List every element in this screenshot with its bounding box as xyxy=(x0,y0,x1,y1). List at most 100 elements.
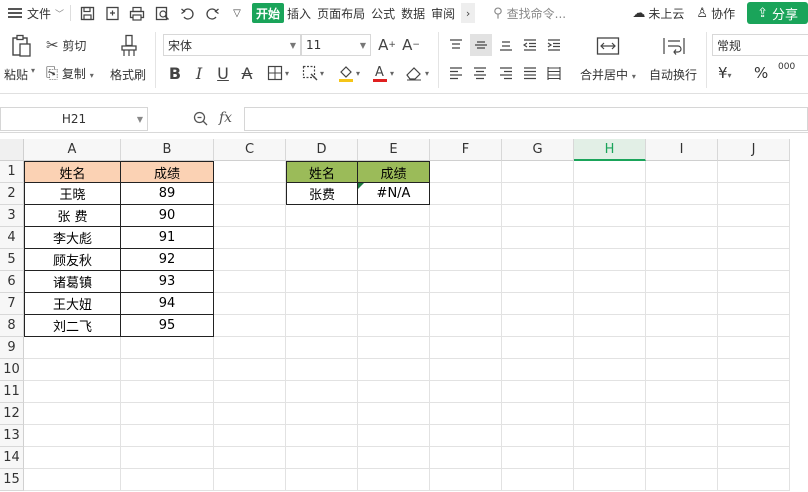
cell[interactable] xyxy=(214,227,286,249)
cell[interactable] xyxy=(718,337,790,359)
cell[interactable] xyxy=(502,359,574,381)
cell[interactable] xyxy=(358,403,430,425)
increase-indent-icon[interactable] xyxy=(544,34,564,56)
cell[interactable] xyxy=(574,381,646,403)
cell[interactable] xyxy=(646,293,718,315)
tab-review[interactable]: 审阅 xyxy=(428,3,458,23)
cell[interactable] xyxy=(430,359,502,381)
cell[interactable] xyxy=(646,249,718,271)
row-header-3[interactable]: 3 xyxy=(0,205,24,227)
cell[interactable] xyxy=(430,469,502,491)
cell[interactable] xyxy=(286,359,358,381)
column-header-f[interactable]: F xyxy=(430,139,502,161)
column-header-b[interactable]: B xyxy=(121,139,214,161)
print-icon[interactable] xyxy=(127,3,147,23)
score-cell[interactable]: 94 xyxy=(120,292,214,315)
cell[interactable] xyxy=(646,227,718,249)
cell[interactable] xyxy=(358,227,430,249)
save-icon[interactable] xyxy=(77,3,97,23)
paste-icon[interactable] xyxy=(8,32,34,60)
cell[interactable] xyxy=(358,249,430,271)
cell[interactable] xyxy=(24,337,121,359)
zoom-icon[interactable] xyxy=(193,111,208,130)
underline-icon[interactable]: U xyxy=(214,62,232,84)
cell[interactable] xyxy=(121,381,214,403)
name-cell[interactable]: 顾友秋 xyxy=(24,248,121,271)
redo-icon[interactable] xyxy=(202,3,222,23)
score-cell[interactable]: 95 xyxy=(120,314,214,337)
command-search[interactable]: ⚲ 查找命令... xyxy=(493,5,566,22)
name-cell[interactable]: 王晓 xyxy=(24,182,121,205)
cell[interactable] xyxy=(646,205,718,227)
cloud-status-button[interactable]: ☁ 未上云 xyxy=(632,5,684,22)
strikethrough-icon[interactable]: A xyxy=(238,62,256,84)
row-header-14[interactable]: 14 xyxy=(0,447,24,469)
cell[interactable] xyxy=(718,183,790,205)
cell[interactable] xyxy=(718,359,790,381)
cell[interactable] xyxy=(430,425,502,447)
name-cell[interactable]: 诸葛镇 xyxy=(24,270,121,293)
align-top-icon[interactable] xyxy=(446,34,466,56)
merge-center-button[interactable]: 合并居中 ▾ xyxy=(580,66,636,83)
name-header-cell[interactable]: 姓名 xyxy=(24,161,121,183)
font-name-select[interactable]: 宋体 ▼ xyxy=(163,34,301,56)
cell[interactable] xyxy=(502,227,574,249)
cell[interactable] xyxy=(430,183,502,205)
paste-dropdown-icon[interactable]: ▾ xyxy=(31,66,35,75)
column-header-c[interactable]: C xyxy=(214,139,286,161)
cell[interactable] xyxy=(214,293,286,315)
quick-access-dropdown-icon[interactable]: ▽ xyxy=(227,3,247,23)
cell[interactable] xyxy=(502,447,574,469)
cell[interactable] xyxy=(502,161,574,183)
merge-center-icon[interactable] xyxy=(594,34,622,58)
row-header-10[interactable]: 10 xyxy=(0,359,24,381)
distributed-align-icon[interactable] xyxy=(544,62,564,84)
column-header-j[interactable]: J xyxy=(718,139,790,161)
cell[interactable] xyxy=(502,381,574,403)
cell[interactable] xyxy=(718,293,790,315)
cell[interactable] xyxy=(24,447,121,469)
more-tabs-chevron-icon[interactable]: › xyxy=(461,3,476,23)
cell[interactable] xyxy=(214,381,286,403)
name-cell[interactable]: 张 费 xyxy=(24,204,121,227)
score-cell[interactable]: 93 xyxy=(120,270,214,293)
tab-home[interactable]: 开始 xyxy=(252,3,285,23)
score-cell[interactable]: 91 xyxy=(120,226,214,249)
align-right-icon[interactable] xyxy=(496,62,516,84)
cell[interactable] xyxy=(646,425,718,447)
cell[interactable] xyxy=(286,205,358,227)
cell[interactable] xyxy=(646,403,718,425)
formula-input[interactable] xyxy=(244,107,808,131)
cell[interactable] xyxy=(646,469,718,491)
format-painter-icon[interactable] xyxy=(116,32,142,60)
row-header-1[interactable]: 1 xyxy=(0,161,24,183)
row-header-5[interactable]: 5 xyxy=(0,249,24,271)
column-header-h[interactable]: H xyxy=(574,139,646,161)
cell[interactable] xyxy=(646,337,718,359)
cell[interactable] xyxy=(358,293,430,315)
cell[interactable] xyxy=(214,183,286,205)
eraser-icon[interactable]: ▾ xyxy=(402,62,432,84)
cell[interactable] xyxy=(718,315,790,337)
cell[interactable] xyxy=(24,469,121,491)
align-left-icon[interactable] xyxy=(446,62,466,84)
cell[interactable] xyxy=(286,469,358,491)
cell[interactable] xyxy=(214,337,286,359)
cell[interactable] xyxy=(358,425,430,447)
percent-format-button[interactable]: % xyxy=(754,64,768,82)
row-header-4[interactable]: 4 xyxy=(0,227,24,249)
cell[interactable] xyxy=(121,447,214,469)
cell[interactable] xyxy=(574,183,646,205)
cell[interactable] xyxy=(502,271,574,293)
score-header-cell[interactable]: 成绩 xyxy=(120,161,214,183)
share-button[interactable]: ⇪ 分享 xyxy=(747,2,808,24)
cell[interactable] xyxy=(718,447,790,469)
name-box[interactable]: H21 ▼ xyxy=(0,107,148,131)
cell[interactable] xyxy=(430,271,502,293)
thousands-format-button[interactable]: 000 xyxy=(778,62,795,72)
row-header-6[interactable]: 6 xyxy=(0,271,24,293)
column-header-d[interactable]: D xyxy=(286,139,358,161)
cell[interactable] xyxy=(430,403,502,425)
cell[interactable] xyxy=(430,205,502,227)
cell[interactable] xyxy=(214,161,286,183)
